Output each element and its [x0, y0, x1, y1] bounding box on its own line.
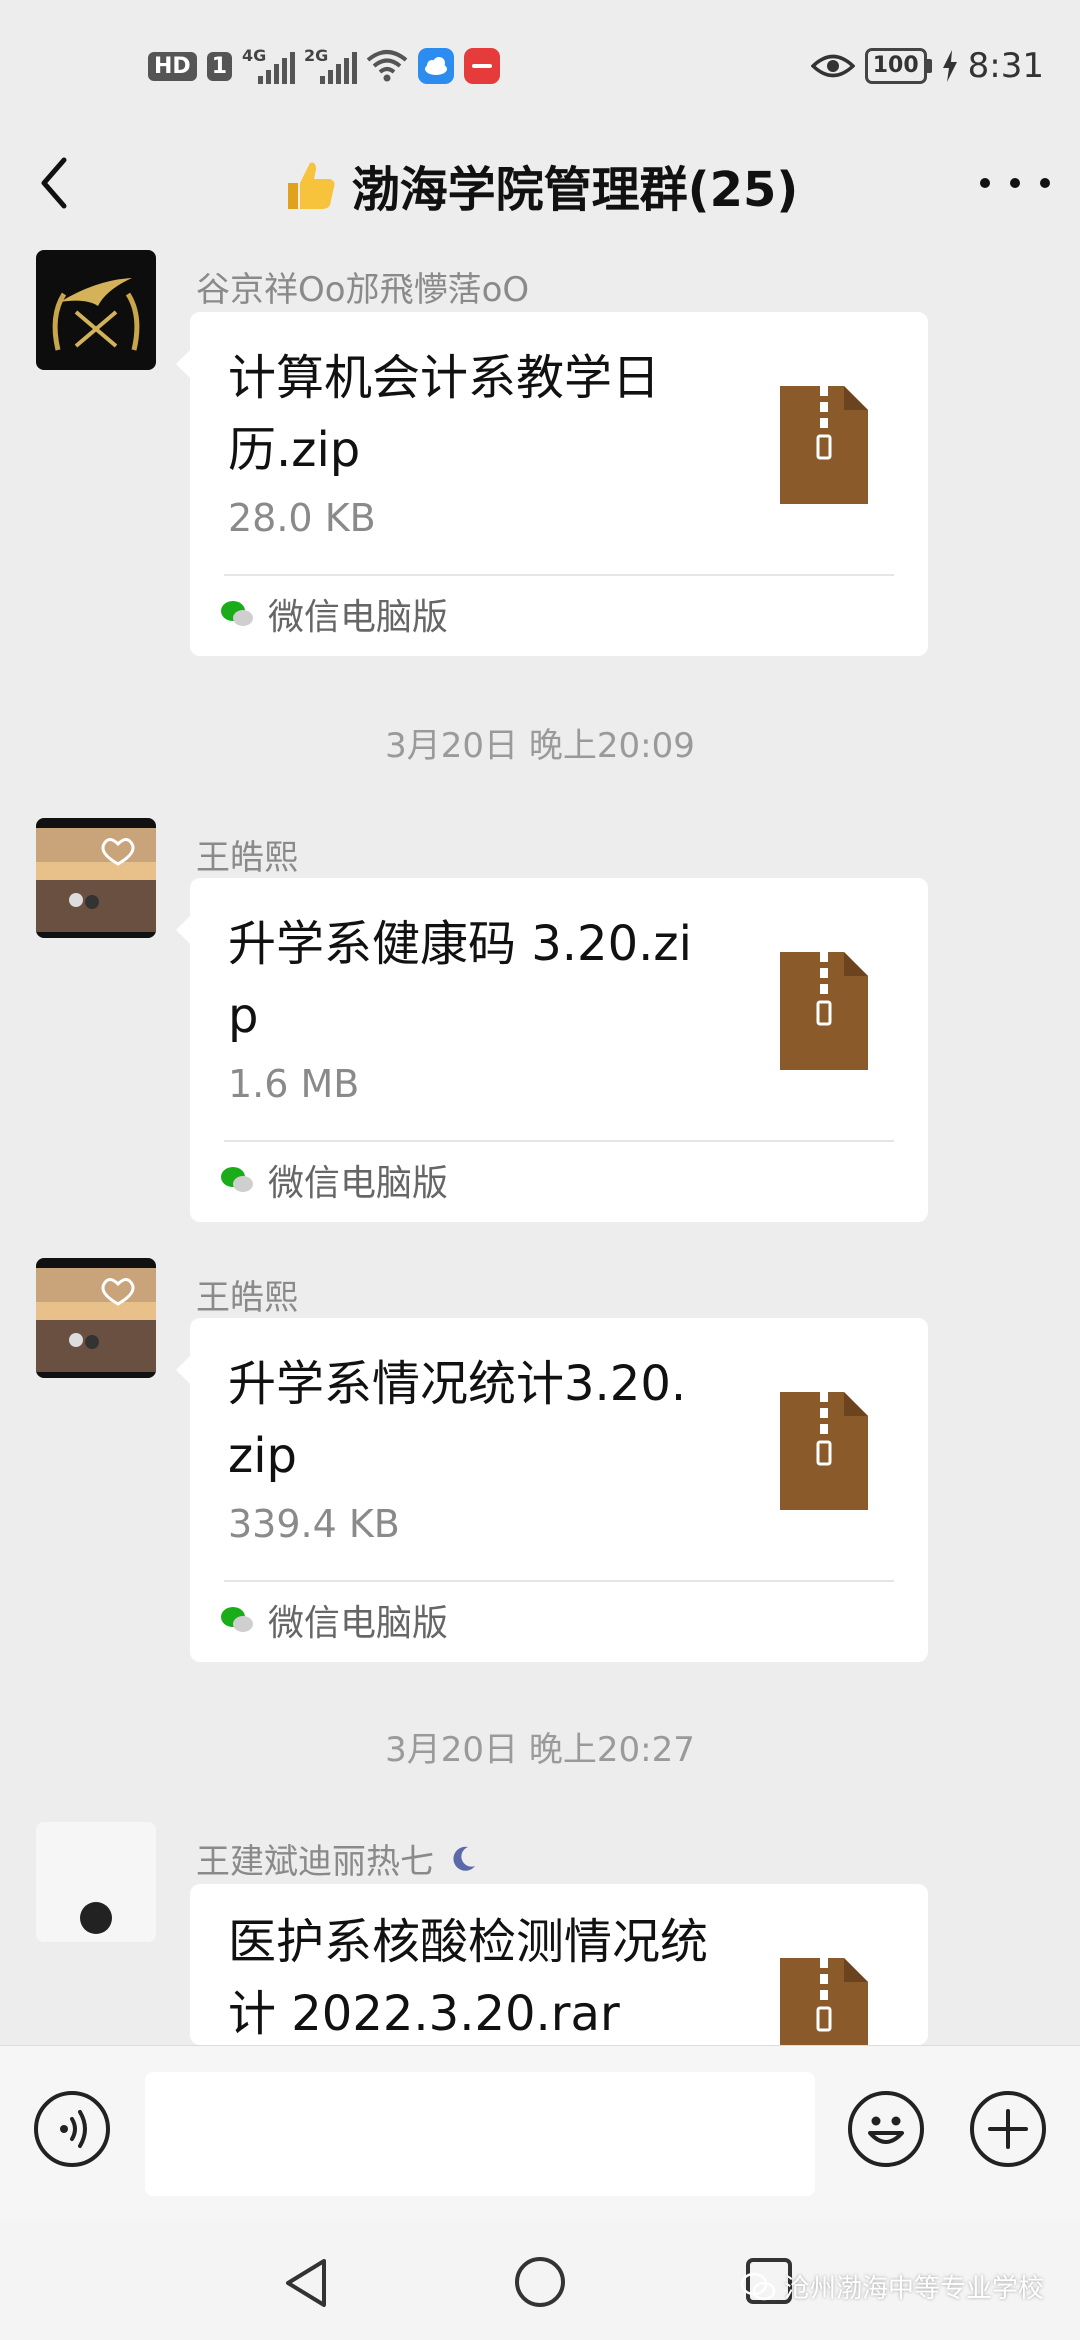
zip-file-icon — [780, 952, 868, 1070]
watermark: 沧州渤海中等专业学校 — [740, 2268, 1044, 2305]
message-source: 微信电脑版 — [220, 1590, 448, 1650]
file-message-bubble[interactable]: 医护系核酸检测情况统计 2022.3.20.rar — [190, 1884, 928, 2045]
file-name: 升学系健康码 3.20.zip — [228, 916, 692, 1044]
voice-input-button[interactable] — [34, 2091, 110, 2167]
sender-avatar[interactable] — [36, 1258, 156, 1378]
more-options-button[interactable] — [980, 158, 1050, 208]
chat-title-text: 渤海学院管理群(25) — [351, 162, 799, 218]
divider — [224, 1580, 894, 1582]
divider — [224, 1140, 894, 1142]
file-name: 计算机会计系教学日历.zip — [228, 350, 661, 478]
sender-name: 王建斌迪丽热七 — [196, 1834, 478, 1883]
sender-name: 王皓熙 — [196, 838, 298, 878]
file-message-bubble[interactable]: 计算机会计系教学日历.zip 28.0 KB 微信电脑版 — [176, 312, 928, 656]
sunset-road-photo — [36, 1258, 156, 1378]
more-dot-icon — [980, 178, 990, 188]
eagle-emblem-icon — [52, 278, 140, 351]
thumbs-up-icon — [287, 162, 335, 209]
system-navigation-bar: 沧州渤海中等专业学校 — [0, 2220, 1080, 2340]
plus-icon — [988, 2109, 1028, 2149]
huawei-app-icon — [464, 48, 500, 84]
voice-icon — [60, 2110, 87, 2148]
message-timestamp: 3月20日 晚上20:27 — [385, 1730, 695, 1770]
sender-avatar[interactable] — [36, 818, 156, 938]
divider — [224, 574, 894, 576]
clock: 8:31 — [967, 46, 1044, 86]
hd-badge: HD — [148, 51, 197, 81]
message-source: 微信电脑版 — [220, 1150, 448, 1210]
wechat-official-account-icon — [740, 2272, 776, 2300]
cloud-app-icon — [418, 48, 454, 84]
zip-file-icon — [780, 1958, 868, 2045]
file-size: 1.6 MB — [228, 1062, 360, 1106]
file-name: 升学系情况统计3.20.zip — [228, 1356, 687, 1484]
cellular-signal-icon: 4G — [242, 46, 295, 86]
file-size: 339.4 KB — [228, 1502, 400, 1546]
sender-name: 谷京祥Oo邡飛懜萿oO — [196, 270, 530, 310]
wifi-icon — [366, 50, 408, 82]
nav-back-icon[interactable] — [280, 2256, 330, 2310]
file-size: 28.0 KB — [228, 496, 376, 540]
more-actions-button[interactable] — [970, 2091, 1046, 2167]
wechat-icon — [221, 601, 253, 626]
emoji-button[interactable] — [848, 2091, 924, 2167]
message-timestamp: 3月20日 晚上20:09 — [385, 726, 695, 766]
status-left: HD 1 4G 2G — [148, 44, 500, 88]
file-message-bubble[interactable]: 升学系健康码 3.20.zip 1.6 MB 微信电脑版 — [176, 878, 928, 1222]
chat-input-bar — [0, 2045, 1080, 2221]
person-photo — [36, 1822, 156, 1942]
sender-avatar[interactable] — [36, 250, 156, 370]
sunset-road-photo — [36, 818, 156, 938]
moon-icon — [453, 1846, 475, 1871]
zip-file-icon — [780, 1392, 868, 1510]
status-bar: HD 1 4G 2G 100 8:31 — [0, 0, 1080, 130]
wechat-icon — [221, 1167, 253, 1192]
file-name: 医护系核酸检测情况统计 2022.3.20.rar — [228, 1914, 709, 2042]
chat-title: 渤海学院管理群(25) — [0, 150, 1080, 220]
nav-home-icon[interactable] — [512, 2254, 568, 2310]
zip-file-icon — [780, 386, 868, 504]
sender-name: 王皓熙 — [196, 1278, 298, 1318]
cellular-signal-2-icon: 2G — [304, 46, 357, 86]
chat-header: 渤海学院管理群(25) — [0, 130, 1080, 240]
battery-icon: 100 — [864, 48, 932, 84]
message-input[interactable] — [145, 2072, 815, 2196]
sender-avatar[interactable] — [36, 1822, 156, 1942]
message-source: 微信电脑版 — [220, 584, 448, 644]
sim-card-icon: 1 — [206, 51, 232, 81]
wechat-icon — [221, 1607, 253, 1632]
eye-icon — [810, 54, 855, 78]
smiley-icon — [868, 2116, 904, 2144]
charging-bolt-icon — [942, 50, 957, 82]
status-right: 100 8:31 — [810, 44, 1044, 88]
file-message-bubble[interactable]: 升学系情况统计3.20.zip 339.4 KB 微信电脑版 — [176, 1318, 928, 1662]
